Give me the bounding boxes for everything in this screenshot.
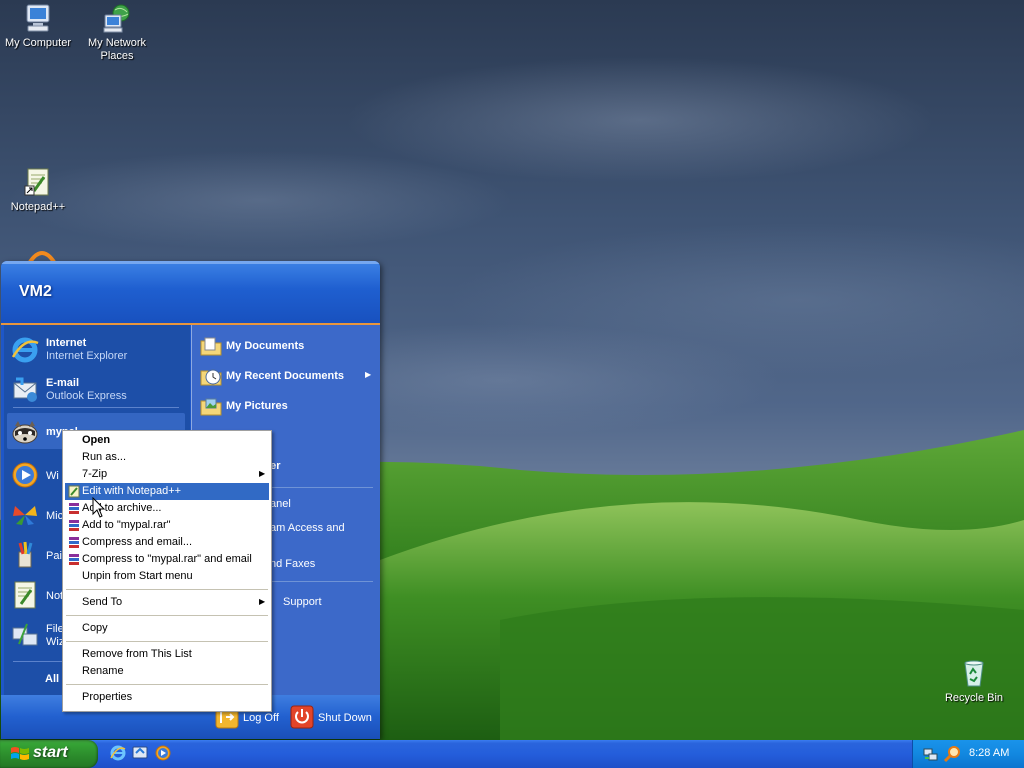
winrar-icon <box>69 520 79 531</box>
menu-item-copy[interactable]: Copy <box>65 620 269 637</box>
menu-separator <box>66 641 268 642</box>
place-label: Support <box>283 596 322 608</box>
place-label: am Access and <box>270 522 345 534</box>
paint-icon <box>18 541 33 568</box>
pinned-item-email[interactable]: E-mail Outlook Express <box>7 371 185 407</box>
submenu-arrow-icon: ▶ <box>259 469 266 478</box>
recent-documents-icon <box>200 369 222 386</box>
internet-explorer-icon <box>11 337 39 363</box>
media-player-icon <box>12 462 38 488</box>
quick-launch-show-desktop-icon[interactable] <box>131 744 149 762</box>
menu-item-label: Rename <box>82 665 124 677</box>
start-button[interactable]: start <box>0 740 98 768</box>
menu-item-label: 7-Zip <box>82 468 108 480</box>
notepad-icon <box>68 485 80 498</box>
menu-item-rename[interactable]: Rename <box>65 663 269 680</box>
menu-item-label: Send To <box>82 596 123 608</box>
desktop-icon-my-computer[interactable]: My Computer <box>0 2 78 50</box>
pinned-item-title: Internet <box>46 337 87 349</box>
network-tray-icon[interactable] <box>923 746 939 762</box>
place-label: nd Faxes <box>270 558 316 570</box>
clock[interactable]: 8:28 AM <box>969 747 1009 759</box>
network-places-icon <box>103 4 130 33</box>
log-off-label: Log Off <box>243 712 279 724</box>
quick-launch-media-player-icon[interactable] <box>154 744 172 762</box>
folder-pictures-icon <box>200 398 222 416</box>
menu-item-unpin-from-start-menu[interactable]: Unpin from Start menu <box>65 568 269 585</box>
submenu-arrow-icon: ▶ <box>259 597 266 606</box>
pinned-item-internet[interactable]: Internet Internet Explorer <box>7 331 185 367</box>
menu-item-add-to-mypal-rar[interactable]: Add to "mypal.rar" <box>65 517 269 534</box>
desktop-icon-my-network-places[interactable]: My Network Places <box>77 2 157 63</box>
desktop-icon-notepad-plus-plus[interactable]: Notepad++ <box>0 166 78 214</box>
notepad-plus-plus-icon <box>24 168 49 196</box>
start-menu-divider <box>13 407 179 408</box>
shut-down-label: Shut Down <box>318 712 372 724</box>
menu-item-label: Compress to "mypal.rar" and email <box>82 553 252 565</box>
power-icon <box>290 705 314 729</box>
winrar-icon <box>69 503 79 514</box>
menu-item-label: Remove from This List <box>82 648 192 660</box>
winrar-icon <box>69 537 79 548</box>
place-label: My Recent Documents <box>226 370 344 382</box>
desktop-icon-label: Notepad++ <box>10 201 66 213</box>
menu-item-label: Add to "mypal.rar" <box>82 519 171 531</box>
desktop-icon-label: My Computer <box>4 37 72 49</box>
windows-logo-icon <box>11 747 29 760</box>
menu-item-label: Copy <box>82 622 108 634</box>
mypal-raccoon-icon <box>12 421 38 444</box>
folder-documents-icon <box>200 337 222 356</box>
desktop-icon-label: My Network Places <box>87 37 147 62</box>
menu-item-label: Properties <box>82 691 133 703</box>
menu-item-properties[interactable]: Properties <box>65 689 269 706</box>
desktop-icon-recycle-bin[interactable]: Recycle Bin <box>934 657 1014 705</box>
quick-launch-internet-explorer-icon[interactable] <box>109 744 127 762</box>
recent-program-label: Pai <box>46 550 62 562</box>
partial-desktop-icon <box>28 251 56 262</box>
start-label: start <box>33 744 68 761</box>
winrar-icon <box>69 554 79 565</box>
mouse-pointer-icon <box>92 497 106 518</box>
menu-item-7-zip[interactable]: 7-Zip ▶ <box>65 466 269 483</box>
menu-separator <box>66 589 268 590</box>
search-tray-icon[interactable] <box>943 745 961 763</box>
system-tray: 8:28 AM <box>912 740 1024 768</box>
notepad-plus-plus-icon <box>14 581 36 609</box>
user-name: VM2 <box>19 283 52 300</box>
menu-item-remove-from-this-list[interactable]: Remove from This List <box>65 646 269 663</box>
msn-butterfly-icon <box>13 506 37 525</box>
submenu-arrow-icon: ▶ <box>365 370 372 379</box>
context-menu: Open Run as... 7-Zip ▶ Edit with Notepad… <box>62 430 272 712</box>
my-computer-icon <box>26 4 50 32</box>
transfer-wizard-icon <box>12 623 38 646</box>
recent-program-label: Wi <box>46 470 59 482</box>
menu-item-compress-to-mypal-rar-and-email[interactable]: Compress to "mypal.rar" and email <box>65 551 269 568</box>
menu-item-compress-and-email[interactable]: Compress and email... <box>65 534 269 551</box>
outlook-express-icon <box>13 377 37 402</box>
all-programs-button[interactable]: All <box>45 673 59 685</box>
place-label: anel <box>270 498 291 510</box>
menu-item-label: Edit with Notepad++ <box>82 485 182 497</box>
pinned-item-subtitle: Outlook Express <box>46 390 127 402</box>
recycle-bin-icon <box>964 660 984 687</box>
menu-item-label: Open <box>82 434 111 446</box>
menu-item-label: Run as... <box>82 451 127 463</box>
desktop-icon-label: Recycle Bin <box>944 692 1004 704</box>
menu-item-label: Compress and email... <box>82 536 193 548</box>
pinned-item-subtitle: Internet Explorer <box>46 350 128 362</box>
place-label: My Pictures <box>226 400 288 412</box>
menu-item-open[interactable]: Open <box>65 432 269 449</box>
menu-item-label: Unpin from Start menu <box>82 570 193 582</box>
place-label: My Documents <box>226 340 305 352</box>
start-menu-header <box>1 261 380 325</box>
recent-program-label: Not <box>46 590 64 602</box>
pinned-item-title: E-mail <box>46 377 80 389</box>
recent-program-label: Mic <box>46 510 64 522</box>
menu-separator <box>66 684 268 685</box>
menu-item-send-to[interactable]: Send To ▶ <box>65 594 269 611</box>
menu-separator <box>66 615 268 616</box>
menu-item-run-as[interactable]: Run as... <box>65 449 269 466</box>
